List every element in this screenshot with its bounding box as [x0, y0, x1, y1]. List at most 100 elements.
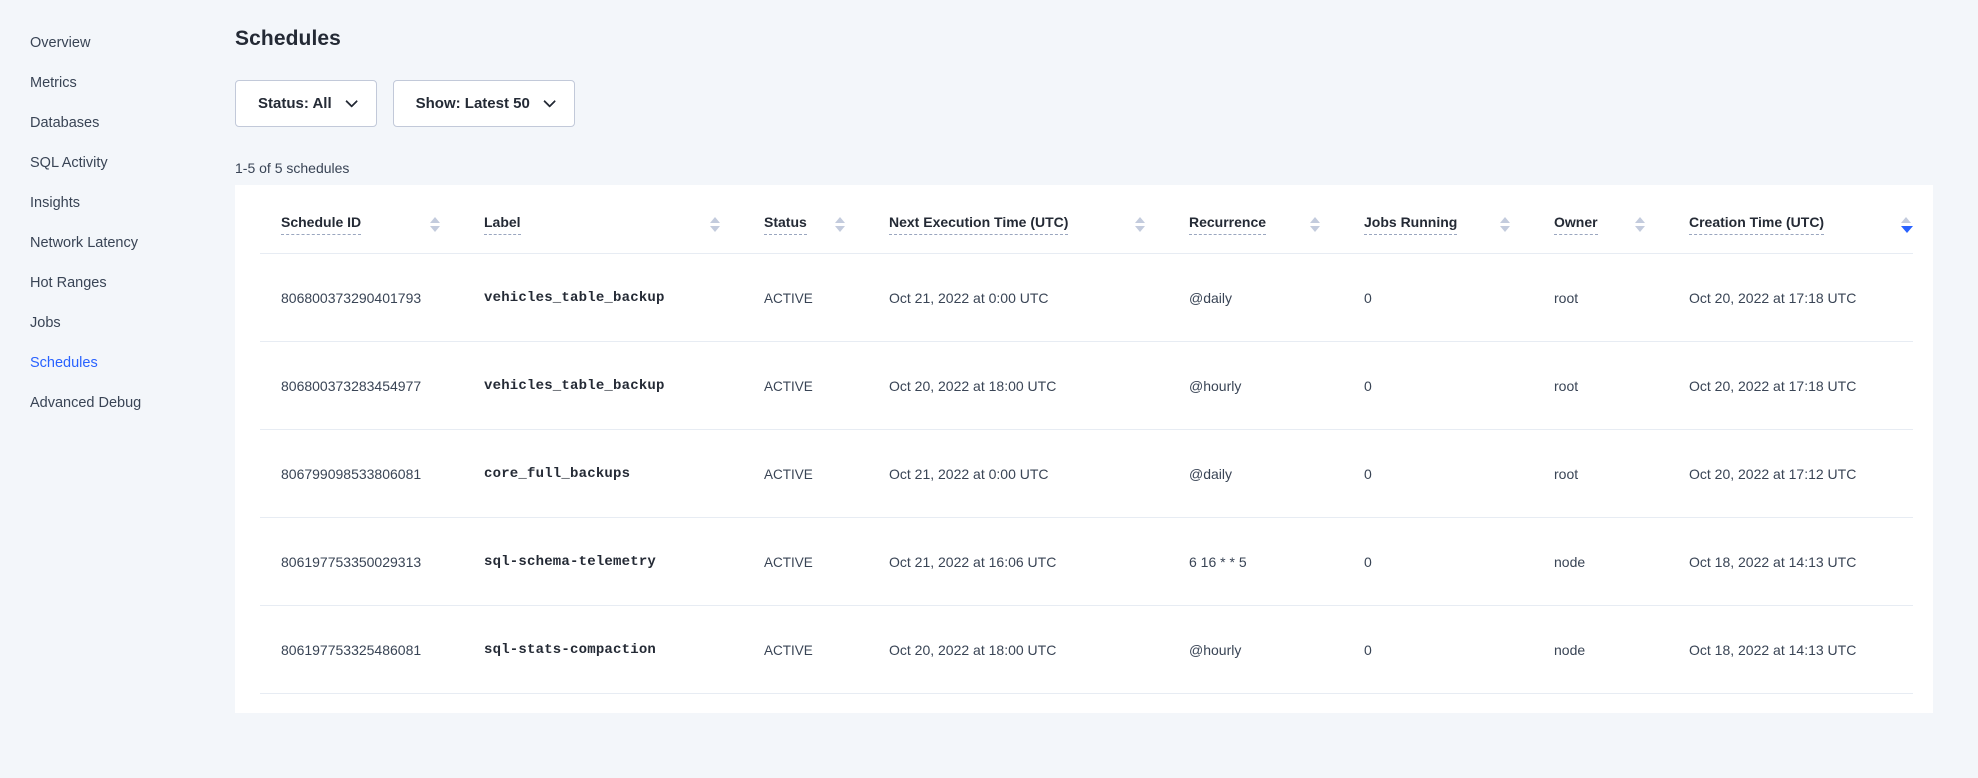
- column-header-label: Recurrence: [1189, 214, 1266, 235]
- column-header-recurrence[interactable]: Recurrence: [1165, 185, 1340, 254]
- results-count: 1-5 of 5 schedules: [235, 160, 1933, 176]
- sidebar-item-advanced-debug[interactable]: Advanced Debug: [0, 383, 235, 423]
- cell-jobs-running: 0: [1340, 606, 1530, 694]
- cell-recurrence: @hourly: [1165, 342, 1340, 430]
- cell-jobs-running: 0: [1340, 518, 1530, 606]
- cell-jobs-running: 0: [1340, 254, 1530, 342]
- sidebar-item-hot-ranges[interactable]: Hot Ranges: [0, 263, 235, 303]
- cell-label: core_full_backups: [460, 430, 740, 518]
- column-header-label: Schedule ID: [281, 214, 361, 235]
- status-filter-dropdown[interactable]: Status: All: [235, 80, 377, 127]
- cell-next-execution-time: Oct 20, 2022 at 18:00 UTC: [865, 606, 1165, 694]
- cell-owner: node: [1530, 518, 1665, 606]
- cell-schedule-id: 806800373283454977: [235, 342, 460, 430]
- filters-bar: Status: All Show: Latest 50: [235, 80, 1933, 127]
- sort-down-icon: [1310, 226, 1320, 232]
- cell-schedule-id: 806800373290401793: [235, 254, 460, 342]
- sidebar-item-insights[interactable]: Insights: [0, 183, 235, 223]
- sidebar-item-metrics[interactable]: Metrics: [0, 63, 235, 103]
- sort-arrows-icon[interactable]: [1135, 217, 1145, 232]
- sort-arrows-icon[interactable]: [1500, 217, 1510, 232]
- sort-down-icon: [430, 226, 440, 232]
- table-row: 806800373290401793 vehicles_table_backup…: [235, 254, 1933, 342]
- cell-owner: root: [1530, 254, 1665, 342]
- column-header-status[interactable]: Status: [740, 185, 865, 254]
- sidebar-item-jobs[interactable]: Jobs: [0, 303, 235, 343]
- sort-arrows-icon[interactable]: [710, 217, 720, 232]
- column-header-owner[interactable]: Owner: [1530, 185, 1665, 254]
- cell-recurrence: @hourly: [1165, 606, 1340, 694]
- column-header-label: Next Execution Time (UTC): [889, 214, 1068, 235]
- cell-next-execution-time: Oct 21, 2022 at 16:06 UTC: [865, 518, 1165, 606]
- show-filter-dropdown[interactable]: Show: Latest 50: [393, 80, 575, 127]
- sort-up-icon: [1901, 217, 1911, 223]
- cell-label: sql-stats-compaction: [460, 606, 740, 694]
- cell-jobs-running: 0: [1340, 430, 1530, 518]
- schedules-table-card: Schedule ID Label Status Next Execution …: [235, 185, 1933, 713]
- cell-label: vehicles_table_backup: [460, 254, 740, 342]
- cell-creation-time: Oct 18, 2022 at 14:13 UTC: [1665, 606, 1933, 694]
- table-row: 806799098533806081 core_full_backups ACT…: [235, 430, 1933, 518]
- sort-up-icon: [1635, 217, 1645, 223]
- column-header-next-execution-time[interactable]: Next Execution Time (UTC): [865, 185, 1165, 254]
- cell-creation-time: Oct 20, 2022 at 17:12 UTC: [1665, 430, 1933, 518]
- sidebar-item-sql-activity[interactable]: SQL Activity: [0, 143, 235, 183]
- cell-creation-time: Oct 18, 2022 at 14:13 UTC: [1665, 518, 1933, 606]
- cell-next-execution-time: Oct 20, 2022 at 18:00 UTC: [865, 342, 1165, 430]
- sort-up-icon: [430, 217, 440, 223]
- table-body: 806800373290401793 vehicles_table_backup…: [235, 254, 1933, 694]
- cell-schedule-id: 806197753325486081: [235, 606, 460, 694]
- sort-arrows-icon[interactable]: [430, 217, 440, 232]
- sort-up-icon: [1310, 217, 1320, 223]
- cell-schedule-id: 806197753350029313: [235, 518, 460, 606]
- cell-status: ACTIVE: [740, 430, 865, 518]
- sidebar-item-databases[interactable]: Databases: [0, 103, 235, 143]
- table-row: 806197753325486081 sql-stats-compaction …: [235, 606, 1933, 694]
- sort-arrows-icon[interactable]: [1635, 217, 1645, 232]
- cell-label: vehicles_table_backup: [460, 342, 740, 430]
- sort-down-icon: [1901, 226, 1913, 233]
- column-header-schedule-id[interactable]: Schedule ID: [235, 185, 460, 254]
- cell-status: ACTIVE: [740, 342, 865, 430]
- column-header-label[interactable]: Label: [460, 185, 740, 254]
- table-row: 806197753350029313 sql-schema-telemetry …: [235, 518, 1933, 606]
- column-header-label: Label: [484, 214, 521, 235]
- sort-down-icon: [835, 226, 845, 232]
- cell-recurrence: @daily: [1165, 430, 1340, 518]
- cell-status: ACTIVE: [740, 606, 865, 694]
- cell-status: ACTIVE: [740, 518, 865, 606]
- column-header-jobs-running[interactable]: Jobs Running: [1340, 185, 1530, 254]
- table-row: 806800373283454977 vehicles_table_backup…: [235, 342, 1933, 430]
- sidebar-item-schedules[interactable]: Schedules: [0, 343, 235, 383]
- cell-owner: root: [1530, 342, 1665, 430]
- sort-arrows-icon[interactable]: [1310, 217, 1320, 232]
- sort-down-icon: [710, 226, 720, 232]
- sort-arrows-icon[interactable]: [835, 217, 845, 232]
- main-content: Schedules Status: All Show: Latest 50 1-…: [235, 0, 1978, 778]
- sort-down-icon: [1635, 226, 1645, 232]
- chevron-down-icon: [543, 95, 556, 108]
- cell-recurrence: 6 16 * * 5: [1165, 518, 1340, 606]
- cell-creation-time: Oct 20, 2022 at 17:18 UTC: [1665, 342, 1933, 430]
- show-filter-label: Show: Latest 50: [416, 95, 530, 112]
- sort-up-icon: [1500, 217, 1510, 223]
- cell-recurrence: @daily: [1165, 254, 1340, 342]
- cell-next-execution-time: Oct 21, 2022 at 0:00 UTC: [865, 254, 1165, 342]
- sort-arrows-icon[interactable]: [1901, 217, 1913, 233]
- sort-up-icon: [1135, 217, 1145, 223]
- sidebar-item-network-latency[interactable]: Network Latency: [0, 223, 235, 263]
- cell-schedule-id: 806799098533806081: [235, 430, 460, 518]
- sort-down-icon: [1135, 226, 1145, 232]
- sidebar-item-overview[interactable]: Overview: [0, 23, 235, 63]
- sort-down-icon: [1500, 226, 1510, 232]
- column-header-label: Status: [764, 214, 807, 235]
- cell-owner: root: [1530, 430, 1665, 518]
- cell-next-execution-time: Oct 21, 2022 at 0:00 UTC: [865, 430, 1165, 518]
- app-root: OverviewMetricsDatabasesSQL ActivityInsi…: [0, 0, 1978, 778]
- column-header-creation-time[interactable]: Creation Time (UTC): [1665, 185, 1933, 254]
- sidebar-nav: OverviewMetricsDatabasesSQL ActivityInsi…: [0, 0, 235, 778]
- table-header-row: Schedule ID Label Status Next Execution …: [235, 185, 1933, 254]
- page-title: Schedules: [235, 27, 1933, 51]
- sort-up-icon: [710, 217, 720, 223]
- status-filter-label: Status: All: [258, 95, 332, 112]
